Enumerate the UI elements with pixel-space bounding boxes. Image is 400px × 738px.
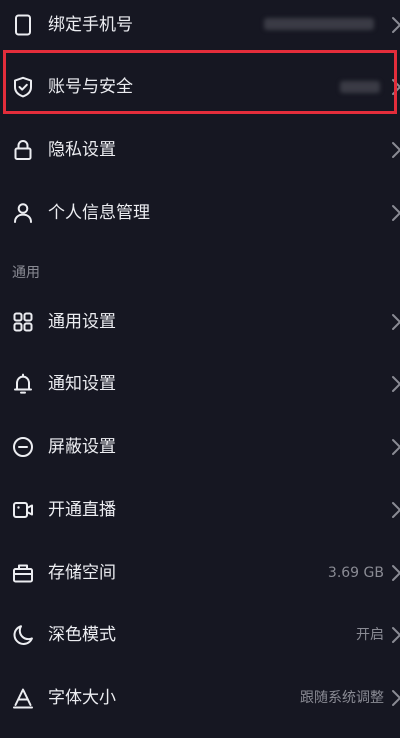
settings-item-notification[interactable]: 通知设置 (0, 353, 400, 415)
storage-icon (11, 561, 35, 585)
settings-item-account-security[interactable]: 账号与安全 (0, 56, 400, 118)
live-camera-icon (11, 498, 35, 522)
storage-value: 3.69 GB (327, 565, 384, 581)
chevron-right-icon (390, 562, 400, 584)
settings-item-label: 个人信息管理 (48, 203, 150, 223)
chevron-right-icon (390, 76, 400, 98)
chevron-right-icon (390, 14, 400, 36)
masked-account-info (340, 81, 380, 93)
chevron-right-icon (390, 373, 400, 395)
chevron-right-icon (390, 624, 400, 646)
settings-item-label: 开通直播 (48, 500, 116, 520)
settings-item-general[interactable]: 通用设置 (0, 291, 400, 353)
settings-item-label: 深色模式 (48, 625, 116, 645)
settings-item-label: 账号与安全 (48, 77, 133, 97)
settings-item-block[interactable]: 屏蔽设置 (0, 416, 400, 478)
chevron-right-icon (390, 499, 400, 521)
shield-check-icon (11, 75, 35, 99)
section-header-general: 通用 (12, 265, 40, 281)
phone-icon (11, 13, 35, 37)
chevron-right-icon (390, 436, 400, 458)
font-size-value: 跟随系统调整 (300, 690, 384, 706)
block-icon (11, 435, 35, 459)
person-icon (11, 201, 35, 225)
chevron-right-icon (390, 311, 400, 333)
settings-item-storage[interactable]: 存储空间 3.69 GB (0, 542, 400, 604)
settings-item-label: 绑定手机号 (48, 15, 133, 35)
settings-item-dark-mode[interactable]: 深色模式 开启 (0, 604, 400, 666)
chevron-right-icon (390, 202, 400, 224)
lock-icon (11, 138, 35, 162)
settings-item-privacy[interactable]: 隐私设置 (0, 119, 400, 181)
font-icon (11, 686, 35, 710)
masked-phone-number (264, 18, 374, 30)
settings-item-bind-phone[interactable]: 绑定手机号 (0, 0, 400, 56)
chevron-right-icon (390, 687, 400, 709)
settings-item-personal-info[interactable]: 个人信息管理 (0, 182, 400, 244)
settings-item-label: 字体大小 (48, 688, 116, 708)
settings-item-label: 通用设置 (48, 312, 116, 332)
settings-item-label: 隐私设置 (48, 140, 116, 160)
grid-icon (11, 310, 35, 334)
settings-item-font-size[interactable]: 字体大小 跟随系统调整 (0, 667, 400, 729)
bell-icon (11, 372, 35, 396)
settings-item-live[interactable]: 开通直播 (0, 479, 400, 541)
moon-icon (11, 623, 35, 647)
dark-mode-value: 开启 (356, 627, 384, 643)
settings-item-label: 存储空间 (48, 563, 116, 583)
settings-item-label: 通知设置 (48, 374, 116, 394)
chevron-right-icon (390, 139, 400, 161)
settings-item-label: 屏蔽设置 (48, 437, 116, 457)
